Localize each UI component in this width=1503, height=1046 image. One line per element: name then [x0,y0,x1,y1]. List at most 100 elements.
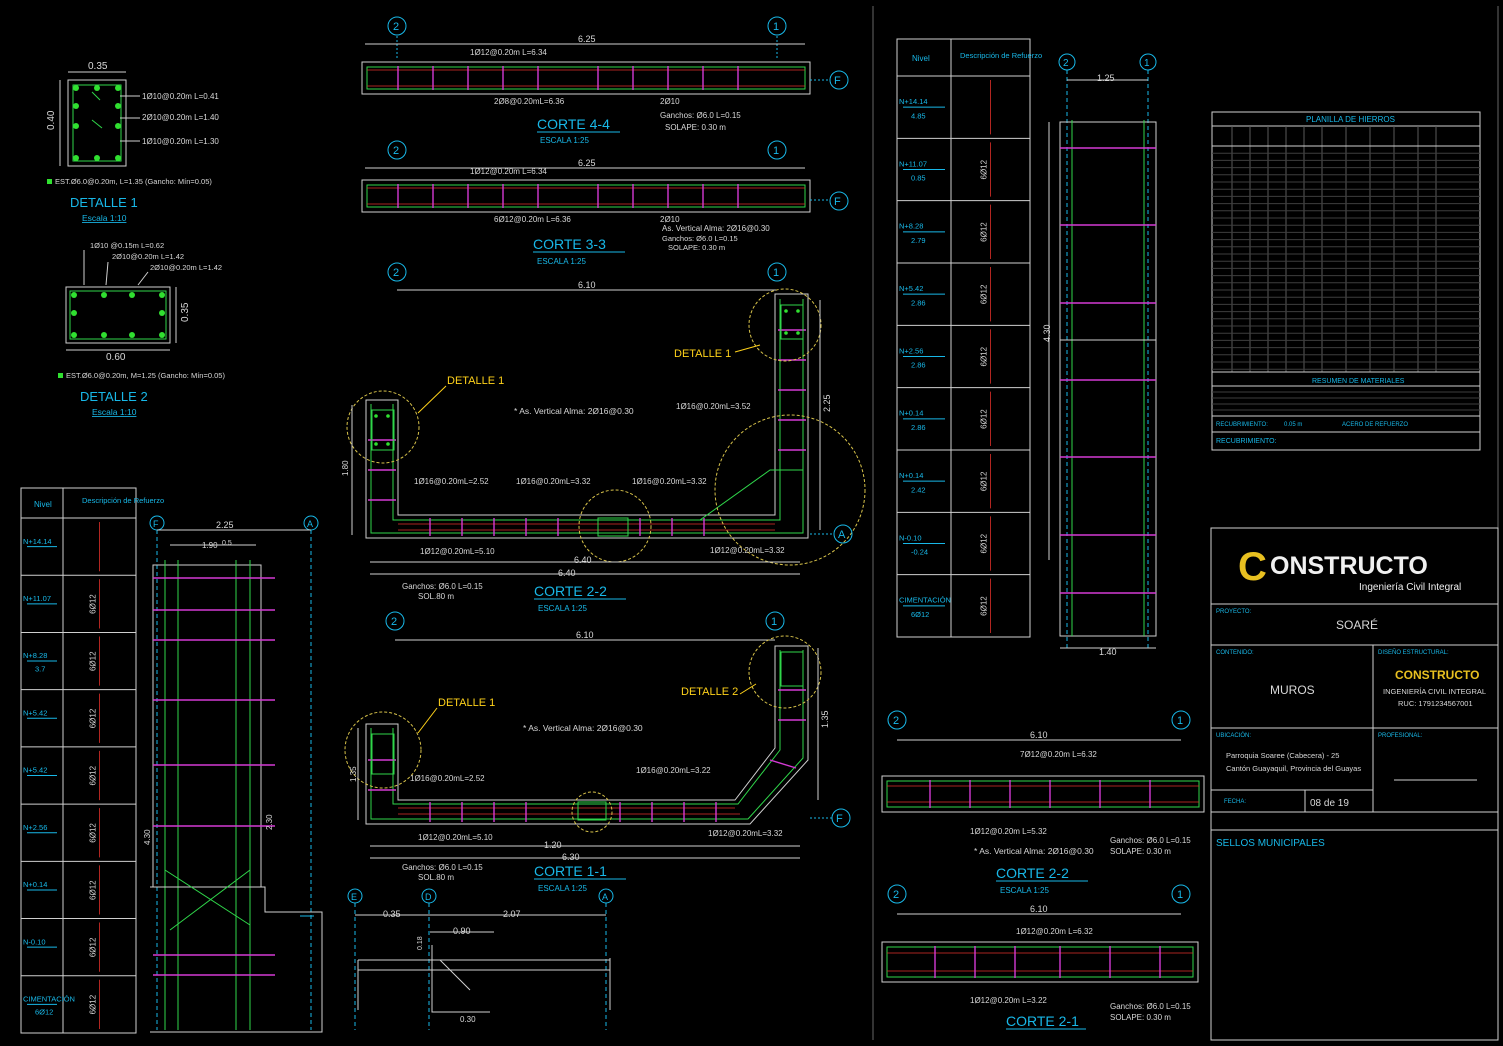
table-right-row-level: N+11.07 [899,159,927,168]
detalle1-dim-width: 0.35 [88,61,108,72]
corte44-note1: 2Ø10 [660,97,680,106]
detalle-2[interactable]: 1Ø10 @0.15m L=0.62 2Ø10@0.20m L=1.42 2Ø1… [58,241,225,417]
elev-bottom-v1: 0.18 [417,936,424,950]
corte33-axis-f: F [834,196,841,208]
detalle2-rebars [71,292,165,338]
corte11-hooks: Ganchos: Ø6.0 L=0.15 [402,863,483,872]
table-right-row-reinforcement: 6Ø12 [980,346,989,366]
detalle2-bar1: 1Ø10 @0.15m L=0.62 [90,241,164,250]
corte-4-4[interactable]: 2 1 6.25 1Ø12@0.20m L=6.34 F 2Ø8@0.20mL=… [361,16,849,145]
detalle1-section [67,79,127,167]
table-left-row-level: N-0.10 [23,937,46,946]
corte-2-2-right[interactable]: 2 1 6.10 7Ø12@0.20m L=6.32 1Ø12@0.20m L=… [881,710,1205,895]
corte44-top-bar: 1Ø12@0.20m L=6.34 [470,48,547,57]
corte-2-1[interactable]: 2 1 6.10 1Ø12@0.20m L=6.32 1Ø12@0.20m L=… [881,884,1199,1030]
corte44-axis-2: 2 [393,21,399,33]
corte-2-2-plan[interactable]: 2 1 6.10 DETALLE 1 DETALLE 1 * As. Verti… [341,262,866,613]
corte33-top-bar: 1Ø12@0.20m L=6.34 [470,167,547,176]
detalle2-dim-height: 0.35 [180,302,191,322]
tb-profesional-label: PROFESIONAL: [1378,733,1423,739]
tb-logo-sub: Ingeniería Civil Integral [1359,582,1461,593]
corte33-scale: ESCALA 1:25 [537,257,586,266]
planilla-title: PLANILLA DE HIERROS [1306,115,1395,124]
table-right: Nivel Descripción de Refuerzo N+14.14 4.8… [896,38,1042,638]
tb-diseno-sub: INGENIERÍA CIVIL INTEGRAL [1383,687,1486,696]
corte11-bar2: 1Ø16@0.20mL=3.22 [636,766,711,775]
corte22b-note: * As. Vertical Alma: 2Ø16@0.30 [974,846,1094,856]
elevation-bottom: E D A 0.35 2.07 0.90 0.18 0.30 [347,888,614,1030]
corte22-wall-outline [365,293,809,539]
elev-left-height2: 2.30 [265,814,274,830]
table-right-row-level: N-0.10 [899,533,922,542]
corte22-hooks: Ganchos: Ø6.0 L=0.15 [402,582,483,591]
elev-left-dim-width: 2.25 [216,520,234,530]
corte11-note: * As. Vertical Alma: 2Ø16@0.30 [523,723,643,733]
tb-ubicacion2: Cantón Guayaquil, Provincia del Guayas [1226,764,1361,773]
title-block: C ONSTRUCTO Ingeniería Civil Integral PR… [1210,527,1499,1041]
table-left-row-level: N+2.56 [23,823,47,832]
table-right-row-level: N+5.42 [899,284,923,293]
table-right-row-reinforcement: 6Ø12 [980,159,989,179]
corte11-title: CORTE 1-1 [534,863,607,879]
corte22-axis-a: A [838,529,846,541]
table-right-row-level: CIMENTACIÓN [899,596,951,605]
table-right-row-level: N+0.14 [899,409,923,418]
corte22-scale: ESCALA 1:25 [538,604,587,613]
table-right-header-desc: Descripción de Refuerzo [960,51,1042,60]
planilla-recubrimiento-label: RECUBRIMIENTO: [1216,422,1268,428]
elev-bottom-axis-e: E [351,892,357,902]
corte-1-1-plan[interactable]: 2 1 6.10 DETALLE 1 DETALLE 2 * As. Verti… [344,611,851,893]
table-left-row-reinforcement: 6Ø12 [89,880,98,900]
detalle1-stirrup: EST.Ø6.0@0.20m, L=1.35 (Gancho: Mín=0.05… [55,177,212,186]
elev-bottom-axis-a: A [602,892,608,902]
corte21-top-bar: 1Ø12@0.20m L=6.32 [1016,927,1093,936]
corte22-height-right: 2.25 [822,394,832,412]
detalle2-bar2: 2Ø10@0.20m L=1.42 [112,252,184,261]
detalle1-bar2: 2Ø10@0.20m L=1.40 [142,113,219,122]
tb-sellos: SELLOS MUNICIPALES [1216,838,1325,849]
detalle-1[interactable]: 0.35 0.40 1Ø10@0.20m L=0.41 2Ø10@0.20m L… [46,61,219,223]
table-left: Nivel Descripción de Refuerzo N+14.14 N+1… [20,487,164,1034]
corte33-axis-2: 2 [393,145,399,157]
table-left-row-level: N+0.14 [23,880,47,889]
table-right-row-reinforcement: 6Ø12 [980,596,989,616]
tb-proyecto: SOARÉ [1336,617,1378,632]
corte22b-scale: ESCALA 1:25 [1000,886,1049,895]
elev-bottom-axis-d: D [425,892,432,902]
corte22-bar4: 1Ø16@0.20mL=3.32 [632,477,707,486]
detalle2-stirrup: EST.Ø6.0@0.20m, M=1.25 (Gancho: Mín=0.05… [66,371,225,380]
corte44-dim: 6.25 [578,34,596,44]
table-left-header-nivel: Nivel [34,500,52,509]
tb-logo: ONSTRUCTO [1270,552,1428,580]
table-left-row-reinforcement: 6Ø12 [89,937,98,957]
corte33-dim: 6.25 [578,158,596,168]
corte-3-3[interactable]: 2 1 6.25 1Ø12@0.20m L=6.34 F 6Ø12@0.20m … [361,140,849,266]
elevation-left: F A 2.25 1.90 0.5 4.30 2.30 [143,515,323,1033]
cad-drawing-sheet[interactable]: 0.35 0.40 1Ø10@0.20m L=0.41 2Ø10@0.20m L… [0,0,1503,1046]
corte22-detail1-label-left: DETALLE 1 [447,375,504,387]
table-left-row-reinforcement: 6Ø12 [89,823,98,843]
corte22-axis-2: 2 [393,267,399,279]
elev-bottom-dim2: 2.07 [503,909,521,919]
corte22b-bottom-bar: 1Ø12@0.20m L=5.32 [970,827,1047,836]
table-left-row-level: N+5.42 [23,766,47,775]
table-right-row-level: N+2.56 [899,346,923,355]
table-left-row-sub: 3.7 [35,664,45,673]
table-left-row-reinforcement: 6Ø12 [89,708,98,728]
corte21-overlap: SOLAPE: 0.30 m [1110,1013,1171,1022]
table-right-row-sub: 2.79 [911,236,926,245]
table-right-row-sub: 6Ø12 [911,610,929,619]
table-left-row-level: CIMENTACIÓN [23,995,75,1004]
corte22-height-left: 1.80 [341,460,350,476]
elev-right-height: 4.30 [1042,324,1052,342]
table-left-header-desc: Descripción de Refuerzo [82,496,164,505]
corte33-bottom-bar: 6Ø12@0.20m L=6.36 [494,215,571,224]
table-left-row-reinforcement: 6Ø12 [89,994,98,1014]
elev-left-axis-a: A [307,519,313,529]
table-right-row-reinforcement: 6Ø12 [980,409,989,429]
table-right-row-sub: 2.86 [911,423,926,432]
corte22-title: CORTE 2-2 [534,583,607,599]
corte22-bar6: 1Ø12@0.20mL=3.32 [710,546,785,555]
corte22-bar5: 1Ø12@0.20mL=5.10 [420,547,495,556]
corte33-note4: SOLAPE: 0.30 m [668,243,725,252]
